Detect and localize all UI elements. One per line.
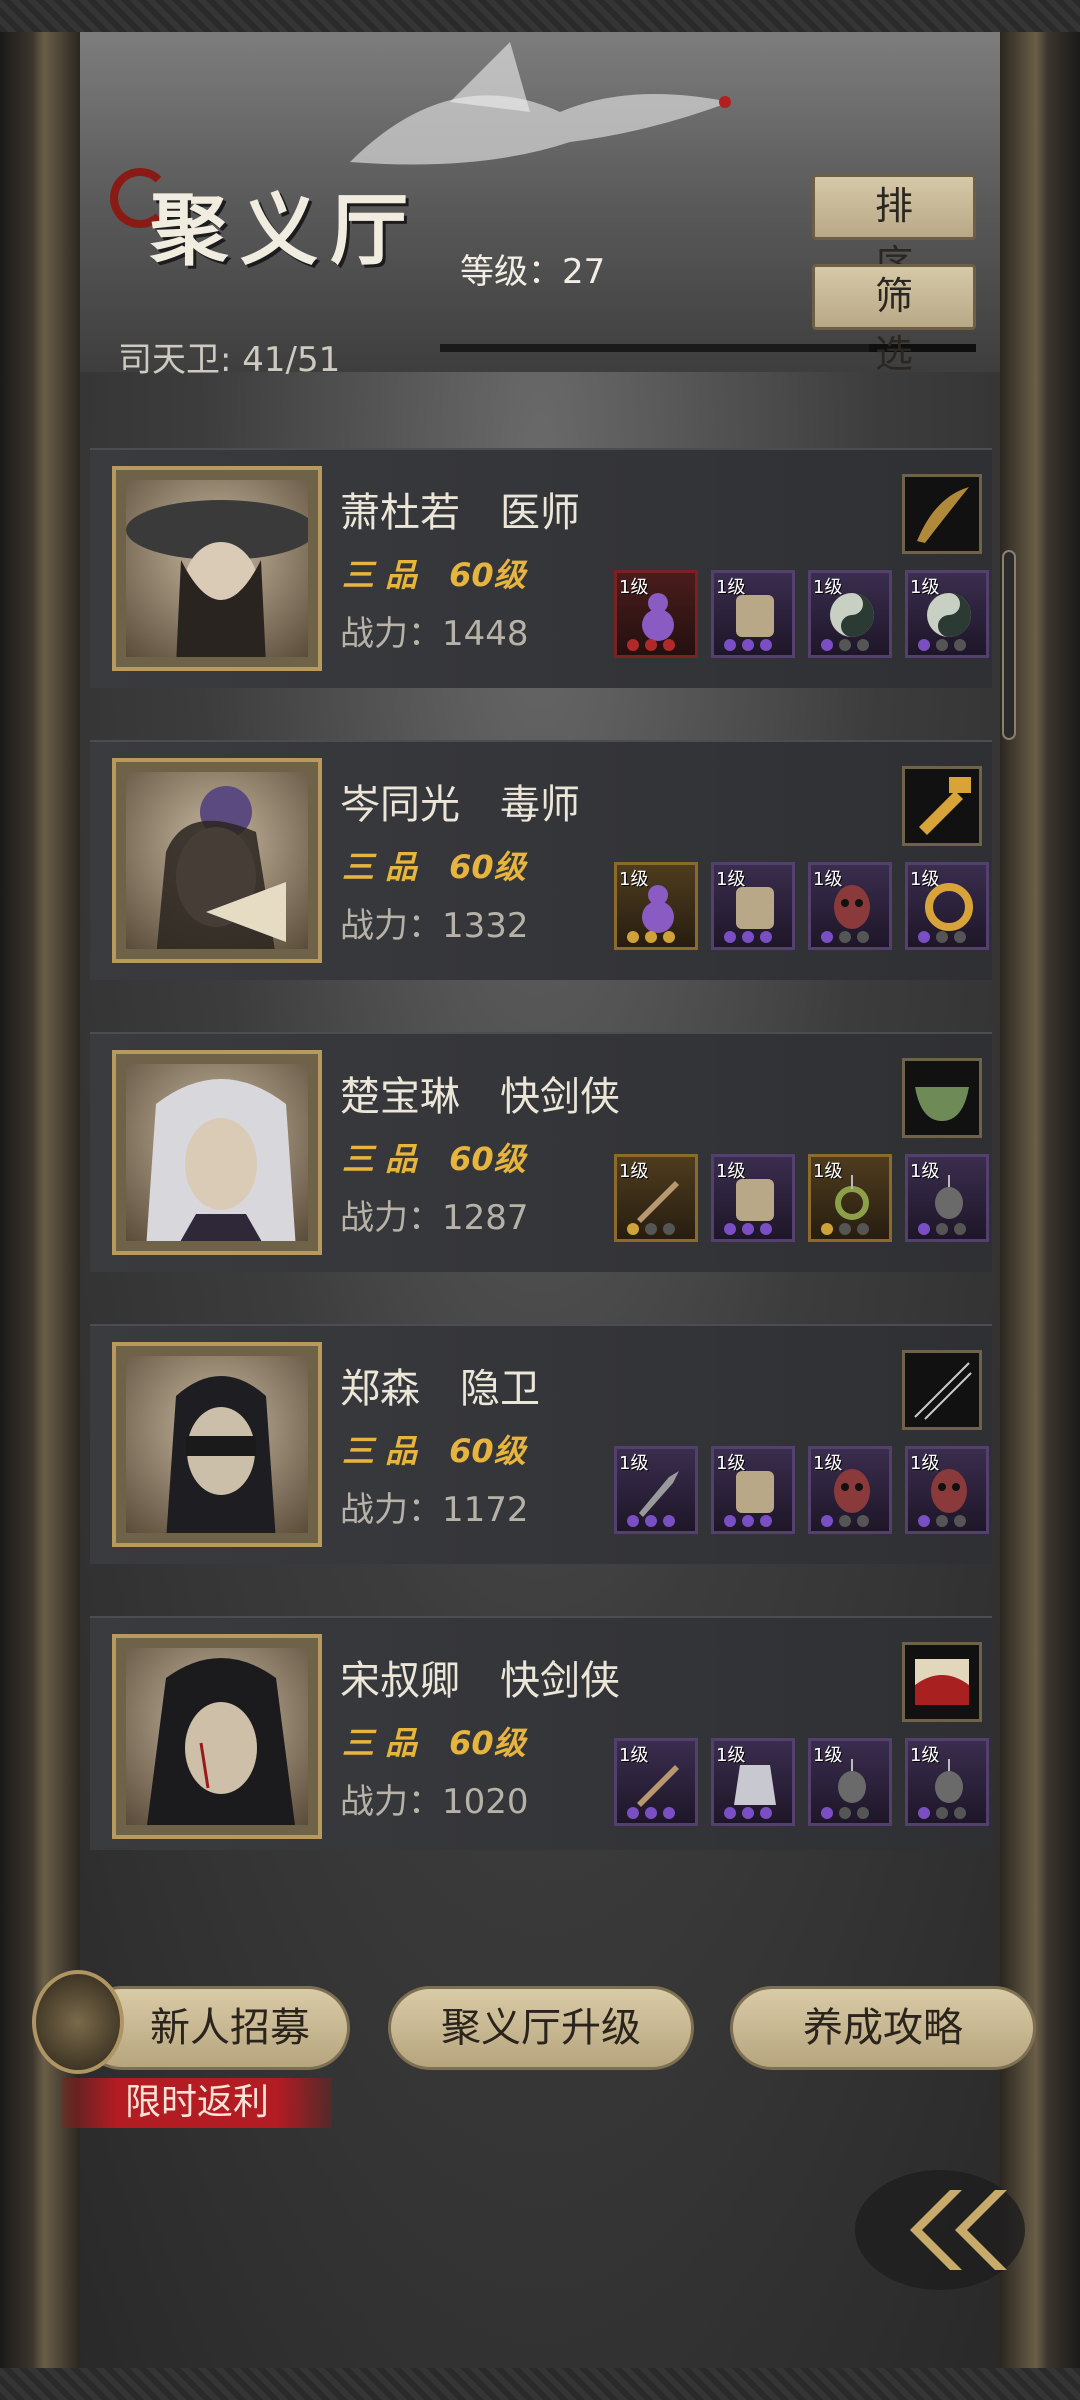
hero-name: 萧杜若 医师 bbox=[340, 490, 580, 536]
hero-card[interactable]: 郑森 隐卫 三 品 60级 战力：1172 1级 1级 1级 1级 bbox=[90, 1324, 992, 1564]
amulet-icon bbox=[935, 1175, 963, 1219]
equipment-row: 1级 1级 1级 1级 bbox=[614, 570, 989, 658]
member-count: 司天卫: 41/51 bbox=[118, 340, 341, 380]
hero-name: 楚宝琳 快剑侠 bbox=[340, 1074, 620, 1120]
back-double-chevron-icon[interactable] bbox=[850, 2160, 1030, 2300]
recruit-token-icon[interactable] bbox=[32, 1970, 124, 2074]
equip-slot[interactable]: 1级 bbox=[711, 1446, 795, 1534]
yin-yang-icon bbox=[830, 593, 874, 637]
jade-ring-icon bbox=[925, 883, 973, 931]
mask-icon bbox=[834, 1469, 870, 1513]
skill-bowl-icon[interactable] bbox=[902, 1058, 982, 1138]
hero-rank-level: 三 品 60级 bbox=[342, 1140, 526, 1178]
page-title: 聚义厅 bbox=[150, 185, 421, 276]
hero-power: 战力：1172 bbox=[340, 1490, 529, 1530]
equipment-row: 1级 1级 1级 1级 bbox=[614, 1446, 989, 1534]
dagger-icon bbox=[639, 1471, 679, 1517]
gourd-icon bbox=[642, 885, 674, 933]
equip-slot[interactable]: 1级 bbox=[711, 862, 795, 950]
hero-list[interactable]: 萧杜若 医师 三 品 60级 战力：1448 1级 1级 1级 1级 岑同光 毒… bbox=[90, 380, 992, 1850]
list-scrollbar[interactable] bbox=[1002, 550, 1016, 740]
hero-card[interactable]: 岑同光 毒师 三 品 60级 战力：1332 1级 1级 1级 1级 bbox=[90, 740, 992, 980]
equip-slot[interactable]: 1级 bbox=[808, 1446, 892, 1534]
pendant-icon bbox=[835, 1175, 869, 1220]
hero-rank-level: 三 品 60级 bbox=[342, 556, 526, 594]
hero-portrait[interactable] bbox=[112, 466, 322, 671]
bottom-frame-border bbox=[0, 2368, 1080, 2400]
limited-rebate-badge[interactable]: 限时返利 bbox=[62, 2078, 332, 2128]
hall-upgrade-button[interactable]: 聚义厅升级 bbox=[388, 1986, 694, 2070]
equip-slot[interactable]: 1级 bbox=[808, 862, 892, 950]
hero-power: 战力：1332 bbox=[340, 906, 529, 946]
training-guide-button[interactable]: 养成攻略 bbox=[730, 1986, 1036, 2070]
equip-slot[interactable]: 1级 bbox=[808, 1738, 892, 1826]
equip-slot[interactable]: 1级 bbox=[614, 1154, 698, 1242]
equip-slot[interactable]: 1级 bbox=[905, 1738, 989, 1826]
equip-slot[interactable]: 1级 bbox=[614, 1738, 698, 1826]
robe-icon bbox=[734, 1765, 776, 1805]
hero-name: 宋叔卿 快剑侠 bbox=[340, 1658, 620, 1704]
sword-icon bbox=[637, 1181, 679, 1223]
mask-icon bbox=[931, 1469, 967, 1513]
equip-slot[interactable]: 1级 bbox=[711, 1154, 795, 1242]
hero-rank-level: 三 品 60级 bbox=[342, 848, 526, 886]
yin-yang-icon bbox=[927, 593, 971, 637]
equip-slot[interactable]: 1级 bbox=[808, 1154, 892, 1242]
equip-slot[interactable]: 1级 bbox=[905, 1446, 989, 1534]
hall-level: 等级：27 bbox=[460, 252, 606, 292]
armor-icon bbox=[736, 1471, 774, 1513]
amulet-icon bbox=[838, 1759, 866, 1803]
hero-portrait[interactable] bbox=[112, 1634, 322, 1839]
hero-card[interactable]: 萧杜若 医师 三 品 60级 战力：1448 1级 1级 1级 1级 bbox=[90, 448, 992, 688]
skill-feather-icon[interactable] bbox=[902, 474, 982, 554]
hero-portrait[interactable] bbox=[112, 1050, 322, 1255]
hero-power: 战力：1287 bbox=[340, 1198, 529, 1238]
sword-icon bbox=[637, 1765, 679, 1807]
hero-portrait[interactable] bbox=[112, 758, 322, 963]
equip-slot[interactable]: 1级 bbox=[614, 570, 698, 658]
amulet-icon bbox=[935, 1759, 963, 1803]
equipment-row: 1级 1级 1级 1级 bbox=[614, 862, 989, 950]
skill-gold-hammer-icon[interactable] bbox=[902, 766, 982, 846]
equipment-row: 1级 1级 1级 1级 bbox=[614, 1154, 989, 1242]
equip-slot[interactable]: 1级 bbox=[711, 1738, 795, 1826]
skill-needles-icon[interactable] bbox=[902, 1350, 982, 1430]
equip-slot[interactable]: 1级 bbox=[614, 862, 698, 950]
equip-slot[interactable]: 1级 bbox=[711, 570, 795, 658]
armor-icon bbox=[736, 1179, 774, 1221]
top-frame-border bbox=[0, 0, 1080, 32]
hero-name: 岑同光 毒师 bbox=[340, 782, 580, 828]
game-screen: 聚义厅 等级：27 司天卫: 41/51 排序 筛选 萧杜若 医师 三 品 60… bbox=[0, 0, 1080, 2400]
equip-slot[interactable]: 1级 bbox=[905, 862, 989, 950]
hero-rank-level: 三 品 60级 bbox=[342, 1432, 526, 1470]
armor-icon bbox=[736, 595, 774, 637]
equip-slot[interactable]: 1级 bbox=[905, 1154, 989, 1242]
hero-power: 战力：1020 bbox=[340, 1782, 529, 1822]
skill-scroll-icon[interactable] bbox=[902, 1642, 982, 1722]
equipment-row: 1级 1级 1级 1级 bbox=[614, 1738, 989, 1826]
equip-slot[interactable]: 1级 bbox=[905, 570, 989, 658]
sort-button[interactable]: 排序 bbox=[812, 174, 976, 286]
hero-power: 战力：1448 bbox=[340, 614, 529, 654]
mask-icon bbox=[834, 885, 870, 929]
hero-portrait[interactable] bbox=[112, 1342, 322, 1547]
gourd-icon bbox=[642, 593, 674, 641]
filter-button[interactable]: 筛选 bbox=[812, 264, 976, 376]
hero-card[interactable]: 宋叔卿 快剑侠 三 品 60级 战力：1020 1级 1级 1级 1级 bbox=[90, 1616, 992, 1850]
hero-rank-level: 三 品 60级 bbox=[342, 1724, 526, 1762]
hero-card[interactable]: 楚宝琳 快剑侠 三 品 60级 战力：1287 1级 1级 1级 1级 bbox=[90, 1032, 992, 1272]
armor-icon bbox=[736, 887, 774, 929]
equip-slot[interactable]: 1级 bbox=[614, 1446, 698, 1534]
hero-name: 郑森 隐卫 bbox=[340, 1366, 540, 1412]
equip-slot[interactable]: 1级 bbox=[808, 570, 892, 658]
